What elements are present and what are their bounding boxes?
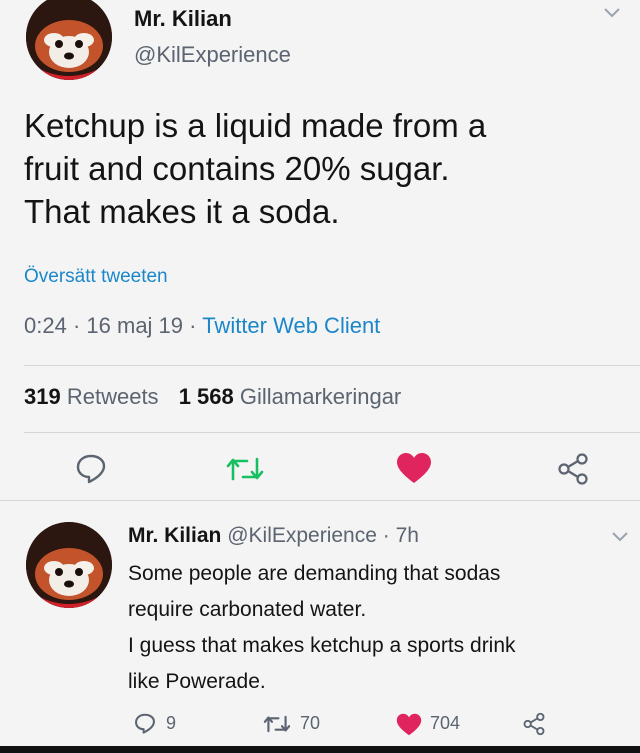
divider [24, 365, 640, 366]
tweet-date[interactable]: 16 maj 19 [86, 313, 183, 338]
reply-icon[interactable] [134, 712, 156, 734]
reply-text-line: require carbonated water. [128, 598, 367, 621]
tweet-time[interactable]: 0:24 [24, 313, 67, 338]
reply-author-handle[interactable]: @KilExperience [227, 524, 377, 547]
reply-age[interactable]: 7h [396, 524, 419, 547]
tweet-text: Ketchup is a liquid made from a fruit an… [24, 104, 486, 233]
retweet-count: 70 [300, 713, 321, 733]
separator: · [189, 313, 197, 338]
like-label: Gillamarkeringar [239, 384, 402, 409]
retweet-icon[interactable] [262, 714, 292, 734]
chevron-down-icon[interactable] [604, 8, 620, 18]
avatar[interactable] [26, 522, 112, 608]
separator: · [382, 524, 390, 547]
reply-text-line: Some people are demanding that sodas [128, 562, 501, 585]
heart-icon[interactable] [396, 452, 432, 484]
translate-link[interactable]: Översätt tweeten [24, 266, 168, 288]
author-handle[interactable]: @KilExperience [134, 42, 291, 68]
heart-icon[interactable] [396, 713, 422, 736]
reply-icon[interactable] [75, 452, 107, 484]
retweet-stat[interactable]: 319 Retweets [24, 384, 165, 409]
avatar[interactable] [26, 0, 112, 80]
like-count: 704 [430, 713, 461, 733]
share-icon[interactable] [522, 712, 546, 736]
author-name[interactable]: Mr. Kilian [134, 6, 232, 32]
divider [24, 432, 640, 433]
retweet-icon[interactable] [225, 455, 265, 483]
bottom-border [0, 746, 640, 753]
like-stat[interactable]: 1 568 Gillamarkeringar [179, 384, 402, 409]
separator: · [72, 313, 81, 338]
reply-text: Some people are demanding that sodas req… [128, 556, 516, 700]
chevron-down-icon[interactable] [612, 532, 628, 542]
reply-header: Mr. Kilian @KilExperience · 7h [128, 524, 419, 548]
red-panda-image [26, 0, 112, 80]
share-icon[interactable] [556, 452, 590, 486]
tweet-text-line: Ketchup is a liquid made from a [24, 107, 487, 144]
retweet-label: Retweets [66, 384, 159, 409]
tweet-text-line: That makes it a soda. [24, 193, 340, 230]
tweet-meta: 0:24 · 16 maj 19 · Twitter Web Client [24, 313, 380, 339]
retweet-count: 319 [24, 384, 61, 409]
reply-count: 9 [166, 713, 177, 733]
reply-text-line: I guess that makes ketchup a sports drin… [128, 634, 516, 657]
tweet-client[interactable]: Twitter Web Client [202, 313, 380, 338]
divider [0, 500, 640, 501]
tweet-text-line: fruit and contains 20% sugar. [24, 150, 450, 187]
reply-author-name[interactable]: Mr. Kilian [128, 524, 221, 547]
like-count: 1 568 [178, 384, 234, 409]
red-panda-image [26, 522, 112, 608]
tweet-stats: 319 Retweets 1 568 Gillamarkeringar [24, 384, 401, 410]
reply-text-line: like Powerade. [128, 670, 266, 693]
